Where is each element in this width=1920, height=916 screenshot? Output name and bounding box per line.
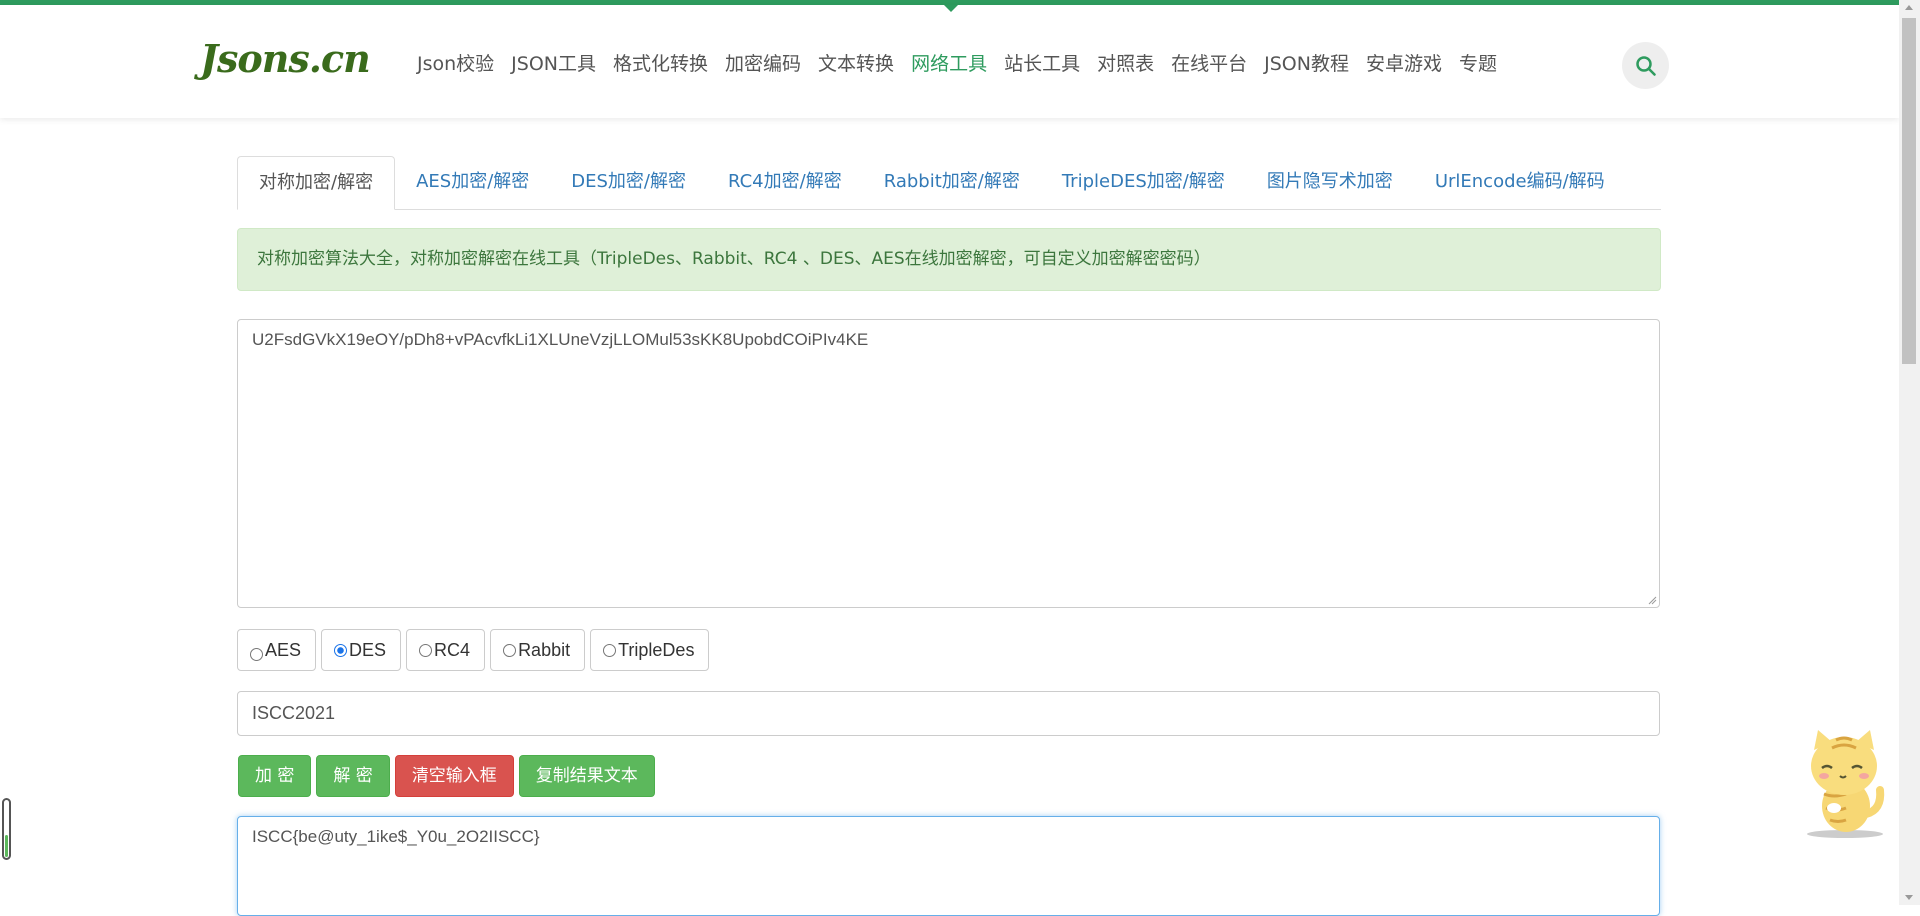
password-input[interactable]: ISCC2021 xyxy=(237,691,1660,736)
radio-button-rabbit[interactable] xyxy=(503,643,517,657)
site-logo[interactable]: Jsons.cn xyxy=(200,36,371,81)
info-alert: 对称加密算法大全，对称加密解密在线工具（TripleDes、Rabbit、RC4… xyxy=(237,228,1661,291)
active-nav-caret xyxy=(944,5,958,12)
radio-label-rc4: RC4 xyxy=(434,639,471,660)
tab-rabbit[interactable]: Rabbit加密/解密 xyxy=(863,156,1041,209)
radio-rc4[interactable]: RC4 xyxy=(406,629,486,671)
encrypt-button[interactable]: 加 密 xyxy=(238,755,312,797)
nav-item-json-tools[interactable]: JSON工具 xyxy=(511,49,596,76)
nav-item-webmaster-tools[interactable]: 站长工具 xyxy=(1004,49,1080,76)
search-button[interactable] xyxy=(1622,42,1669,89)
nav-item-online-platform[interactable]: 在线平台 xyxy=(1171,49,1247,76)
tab-urlencode[interactable]: UrlEncode编码/解码 xyxy=(1414,156,1626,209)
radio-button-tripledes[interactable] xyxy=(603,643,617,657)
output-textarea[interactable]: ISCC{be@uty_1ike$_Y0u_2O2IISCC} xyxy=(237,816,1660,916)
scrollbar-thumb[interactable] xyxy=(1902,18,1916,364)
tab-rc4[interactable]: RC4加密/解密 xyxy=(707,156,863,209)
radio-label-aes: AES xyxy=(265,639,302,660)
decrypt-button[interactable]: 解 密 xyxy=(316,755,390,797)
nav-item-json-validate[interactable]: Json校验 xyxy=(417,49,494,76)
radio-rabbit[interactable]: Rabbit xyxy=(490,629,586,671)
main-nav: Json校验 JSON工具 格式化转换 加密编码 文本转换 网络工具 站长工具 … xyxy=(417,49,1514,76)
cat-mascot-icon[interactable] xyxy=(1800,728,1890,840)
nav-item-android-games[interactable]: 安卓游戏 xyxy=(1366,49,1442,76)
radio-label-rabbit: Rabbit xyxy=(518,639,571,660)
nav-item-topics[interactable]: 专题 xyxy=(1459,49,1497,76)
tool-tabs: 对称加密/解密 AES加密/解密 DES加密/解密 RC4加密/解密 Rabbi… xyxy=(237,156,1661,210)
clear-input-button[interactable]: 清空输入框 xyxy=(394,755,514,797)
side-progress-fill xyxy=(5,835,8,857)
tab-symmetric[interactable]: 对称加密/解密 xyxy=(237,156,396,210)
nav-item-json-tutorial[interactable]: JSON教程 xyxy=(1264,49,1349,76)
scroll-up-icon[interactable] xyxy=(1905,5,1913,10)
algorithm-selector: AES DES RC4 Rabbit TripleDes xyxy=(237,629,710,671)
radio-label-des: DES xyxy=(349,639,387,660)
radio-button-rc4[interactable] xyxy=(419,643,433,657)
input-text: U2FsdGVkX19eOY/pDh8+vPAcvfkLi1XLUneVzjLL… xyxy=(252,330,869,349)
input-textarea[interactable]: U2FsdGVkX19eOY/pDh8+vPAcvfkLi1XLUneVzjLL… xyxy=(237,319,1660,608)
radio-des[interactable]: DES xyxy=(321,629,402,671)
radio-tripledes[interactable]: TripleDes xyxy=(590,629,710,671)
search-icon xyxy=(1635,55,1656,76)
copy-result-button[interactable]: 复制结果文本 xyxy=(518,755,655,797)
side-progress-widget[interactable] xyxy=(2,798,11,860)
tab-tripledes[interactable]: TripleDES加密/解密 xyxy=(1041,156,1246,209)
radio-button-aes[interactable] xyxy=(250,647,263,661)
page-scrollbar[interactable] xyxy=(1899,0,1920,905)
nav-item-encrypt-encode[interactable]: 加密编码 xyxy=(725,49,801,76)
nav-item-text-convert[interactable]: 文本转换 xyxy=(818,49,894,76)
tab-des[interactable]: DES加密/解密 xyxy=(550,156,707,209)
radio-aes[interactable]: AES xyxy=(237,629,317,671)
site-header: Jsons.cn Json校验 JSON工具 格式化转换 加密编码 文本转换 网… xyxy=(0,5,1899,118)
radio-button-des[interactable] xyxy=(334,643,348,657)
output-text: ISCC{be@uty_1ike$_Y0u_2O2IISCC} xyxy=(252,827,540,846)
action-buttons: 加 密 解 密 清空输入框 复制结果文本 xyxy=(238,755,655,797)
tab-aes[interactable]: AES加密/解密 xyxy=(395,156,550,209)
nav-item-network-tools[interactable]: 网络工具 xyxy=(911,49,987,76)
scroll-down-icon[interactable] xyxy=(1905,895,1913,900)
radio-label-tripledes: TripleDes xyxy=(618,639,695,660)
nav-item-format-convert[interactable]: 格式化转换 xyxy=(613,49,708,76)
nav-item-reference-tables[interactable]: 对照表 xyxy=(1097,49,1154,76)
resize-handle-icon[interactable] xyxy=(1647,595,1657,605)
tab-steganography[interactable]: 图片隐写术加密 xyxy=(1246,156,1414,209)
